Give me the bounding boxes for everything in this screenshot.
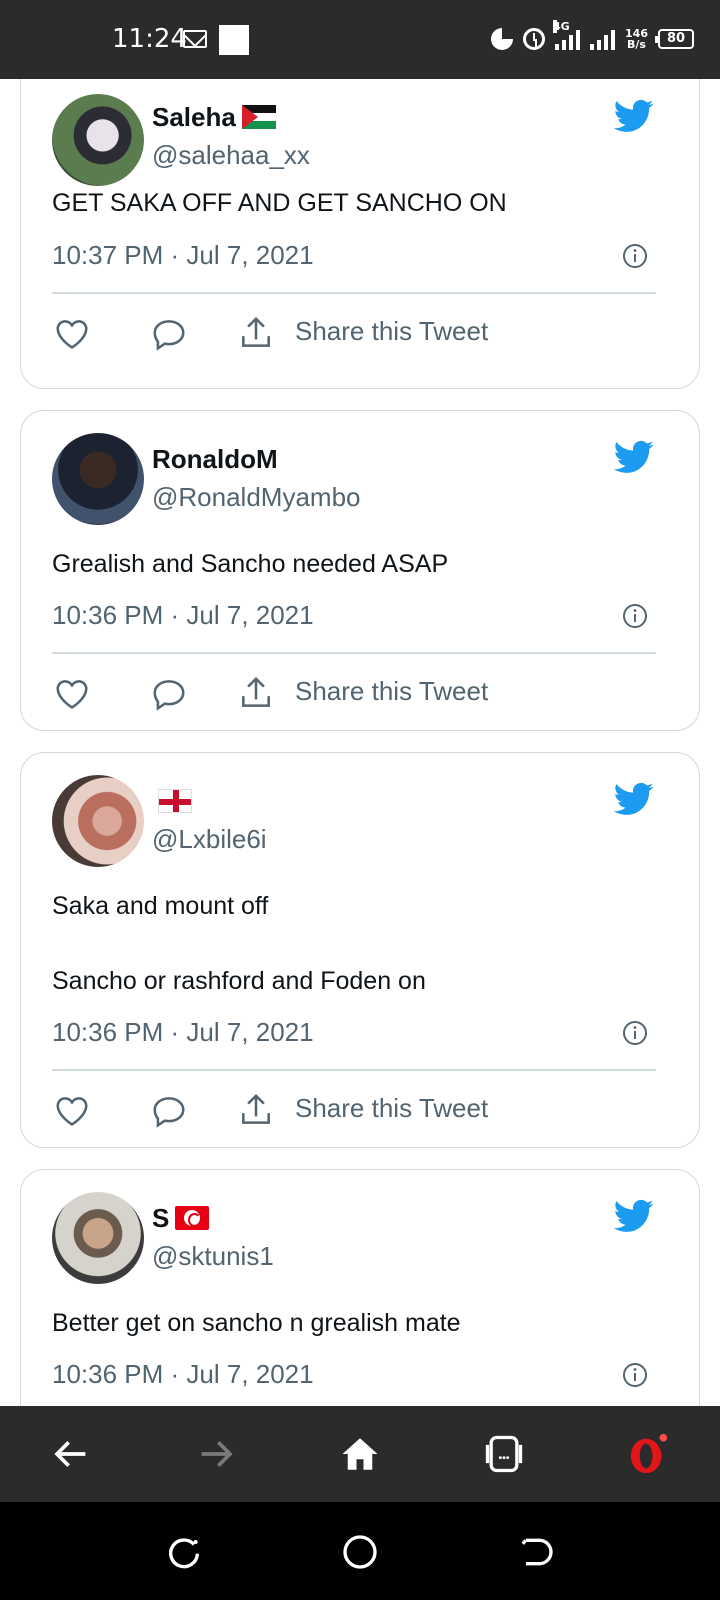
reply-bubble-icon[interactable] [150,1092,188,1130]
tweet-text-line: Sancho or rashford and Foden on [52,967,426,995]
avatar[interactable] [52,1192,144,1284]
england-flag-icon [158,789,192,813]
share-tweet-link[interactable]: Share this Tweet [295,1093,488,1124]
tabs-button[interactable] [480,1430,528,1478]
twitter-bird-icon[interactable] [611,779,657,819]
info-icon[interactable] [622,243,648,269]
avatar[interactable] [52,94,144,186]
status-indicators: 4G 146 B/s 80 [491,20,694,54]
author-name[interactable]: RonaldoM [152,444,278,475]
network-type: 4G [553,20,570,33]
system-navigation-bar [0,1502,720,1600]
info-icon[interactable] [622,603,648,629]
author-handle[interactable]: @sktunis1 [152,1241,274,1272]
notification-square-icon [219,25,249,55]
tweet-text-line: Saka and mount off [52,892,269,920]
twitter-bird-icon[interactable] [611,1196,657,1236]
author-name-row[interactable]: S [152,1201,210,1235]
share-icon[interactable] [237,314,275,352]
tweet-timestamp[interactable]: 10:36 PM · Jul 7, 2021 [52,1359,314,1390]
share-icon[interactable] [237,674,275,712]
tweet-card[interactable]: RonaldoM @RonaldMyambo Grealish and Sanc… [20,410,700,731]
info-icon[interactable] [622,1362,648,1388]
author-name-row[interactable]: RonaldoM [152,442,278,476]
forward-arrow-icon [201,1441,233,1467]
twitter-bird-icon[interactable] [611,96,657,136]
author-name-row[interactable]: Saleha [152,100,276,134]
avatar[interactable] [52,775,144,867]
info-icon[interactable] [622,1020,648,1046]
tweet-timestamp[interactable]: 10:36 PM · Jul 7, 2021 [52,1017,314,1048]
palestine-flag-icon [241,105,276,129]
divider [52,1069,656,1071]
mail-notification-icon [183,30,207,48]
signal-4g-icon: 4G [553,20,581,50]
tweet-feed[interactable]: Saleha @salehaa_xx GET SAKA OFF AND GET … [0,79,720,1406]
opera-menu-button[interactable] [624,1430,672,1478]
back-arrow-icon [54,1441,86,1467]
network-speed: 146 B/s [625,28,648,50]
alarm-icon [523,28,546,50]
status-bar: 11:24 4G 146 B/s 80 [0,0,720,79]
tweet-card[interactable]: S @sktunis1 Better get on sancho n greal… [20,1169,700,1406]
like-heart-icon[interactable] [53,315,91,353]
like-heart-icon[interactable] [53,675,91,713]
data-saver-icon [491,28,514,50]
twitter-bird-icon[interactable] [611,437,657,477]
home-icon [342,1438,378,1470]
share-tweet-link[interactable]: Share this Tweet [295,676,488,707]
home-circle-icon[interactable] [340,1532,380,1572]
author-handle[interactable]: @RonaldMyambo [152,482,360,513]
tweet-card[interactable]: Saleha @salehaa_xx GET SAKA OFF AND GET … [20,79,700,389]
battery-icon: 80 [655,29,694,49]
signal-icon [590,28,616,50]
reply-bubble-icon[interactable] [150,675,188,713]
forward-button[interactable] [191,1430,239,1478]
tweet-text: Better get on sancho n grealish mate [52,1309,461,1337]
tweet-timestamp[interactable]: 10:36 PM · Jul 7, 2021 [52,600,314,631]
system-back-icon[interactable] [516,1532,556,1572]
author-name-row[interactable] [152,784,192,818]
like-heart-icon[interactable] [53,1092,91,1130]
recent-apps-icon[interactable] [164,1532,204,1572]
tweet-text: GET SAKA OFF AND GET SANCHO ON [52,189,507,217]
avatar[interactable] [52,433,144,525]
divider [52,652,656,654]
reply-bubble-icon[interactable] [150,315,188,353]
browser-toolbar [0,1406,720,1502]
tweet-card[interactable]: @Lxbile6i Saka and mount off Sancho or r… [20,752,700,1148]
tweet-timestamp[interactable]: 10:37 PM · Jul 7, 2021 [52,240,314,271]
share-tweet-link[interactable]: Share this Tweet [295,316,488,347]
home-button[interactable] [336,1430,384,1478]
author-handle[interactable]: @Lxbile6i [152,824,267,855]
speed-unit: B/s [627,38,646,51]
share-icon[interactable] [237,1091,275,1129]
author-name[interactable]: Saleha [152,102,236,133]
tweet-text: Grealish and Sancho needed ASAP [52,550,449,578]
opera-logo-icon [630,1433,668,1474]
author-name[interactable]: S [152,1203,169,1234]
tabs-icon [485,1435,523,1473]
tunisia-flag-icon [175,1206,210,1230]
author-handle[interactable]: @salehaa_xx [152,140,310,171]
divider [52,292,656,294]
status-time: 11:24 [112,24,187,54]
back-button[interactable] [48,1430,96,1478]
